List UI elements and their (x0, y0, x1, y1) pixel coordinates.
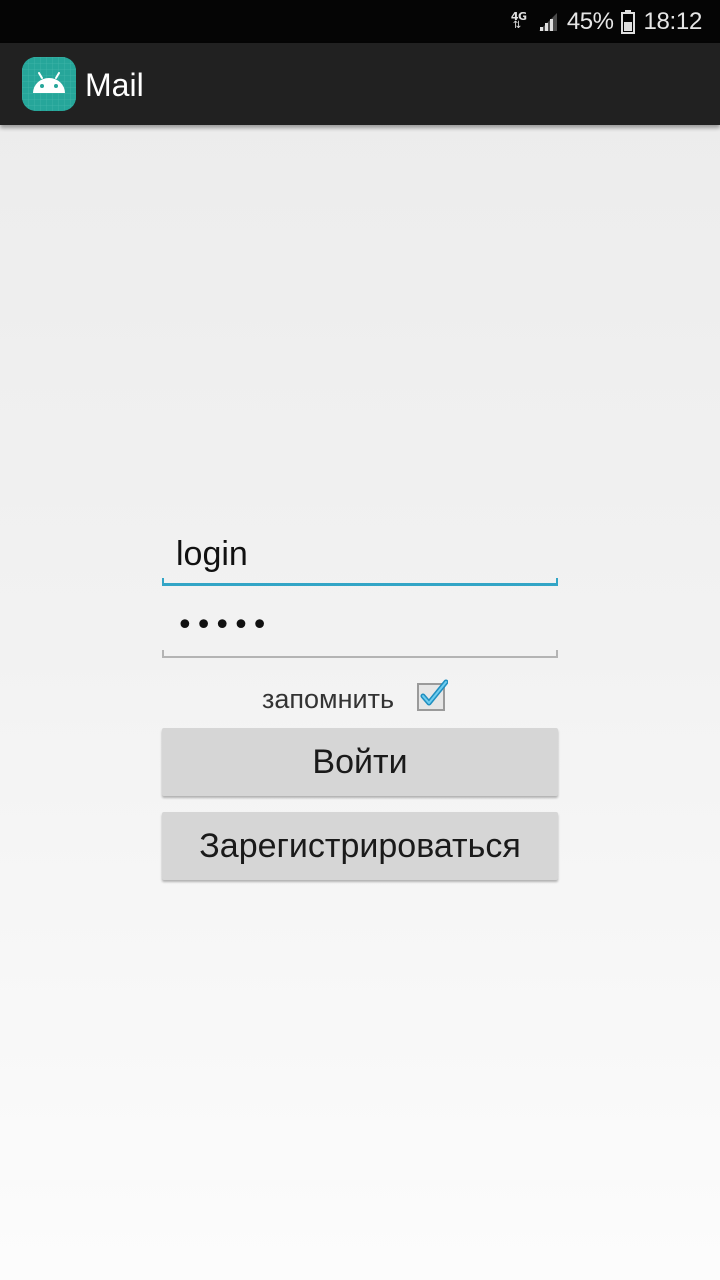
remember-me-checkbox[interactable] (416, 678, 448, 712)
register-button[interactable]: Зарегистрироваться (162, 812, 558, 880)
status-icons: 4G ⇅ 45% 18:12 (511, 0, 702, 43)
password-input-value: ••••• (176, 608, 270, 643)
remember-me-row: запомнить (162, 675, 558, 719)
clock: 18:12 (643, 7, 702, 35)
status-bar: 4G ⇅ 45% 18:12 (0, 0, 720, 43)
signal-strength-icon (538, 12, 557, 31)
battery-icon (621, 9, 636, 34)
password-input[interactable]: ••••• (162, 592, 558, 658)
checkmark-icon (417, 679, 448, 711)
login-input[interactable]: login (162, 520, 558, 586)
android-icon (22, 57, 76, 111)
app-title: Mail (85, 67, 144, 103)
password-input-underline (162, 650, 558, 658)
action-bar: Mail (0, 43, 720, 125)
battery-percent: 45% (566, 7, 614, 35)
network-4g-icon: 4G ⇅ (511, 7, 529, 37)
login-button[interactable]: Войти (162, 728, 558, 796)
login-input-underline (162, 578, 558, 586)
login-input-value: login (176, 535, 248, 573)
remember-me-label: запомнить (262, 684, 395, 714)
network-arrows: ⇅ (512, 19, 521, 31)
